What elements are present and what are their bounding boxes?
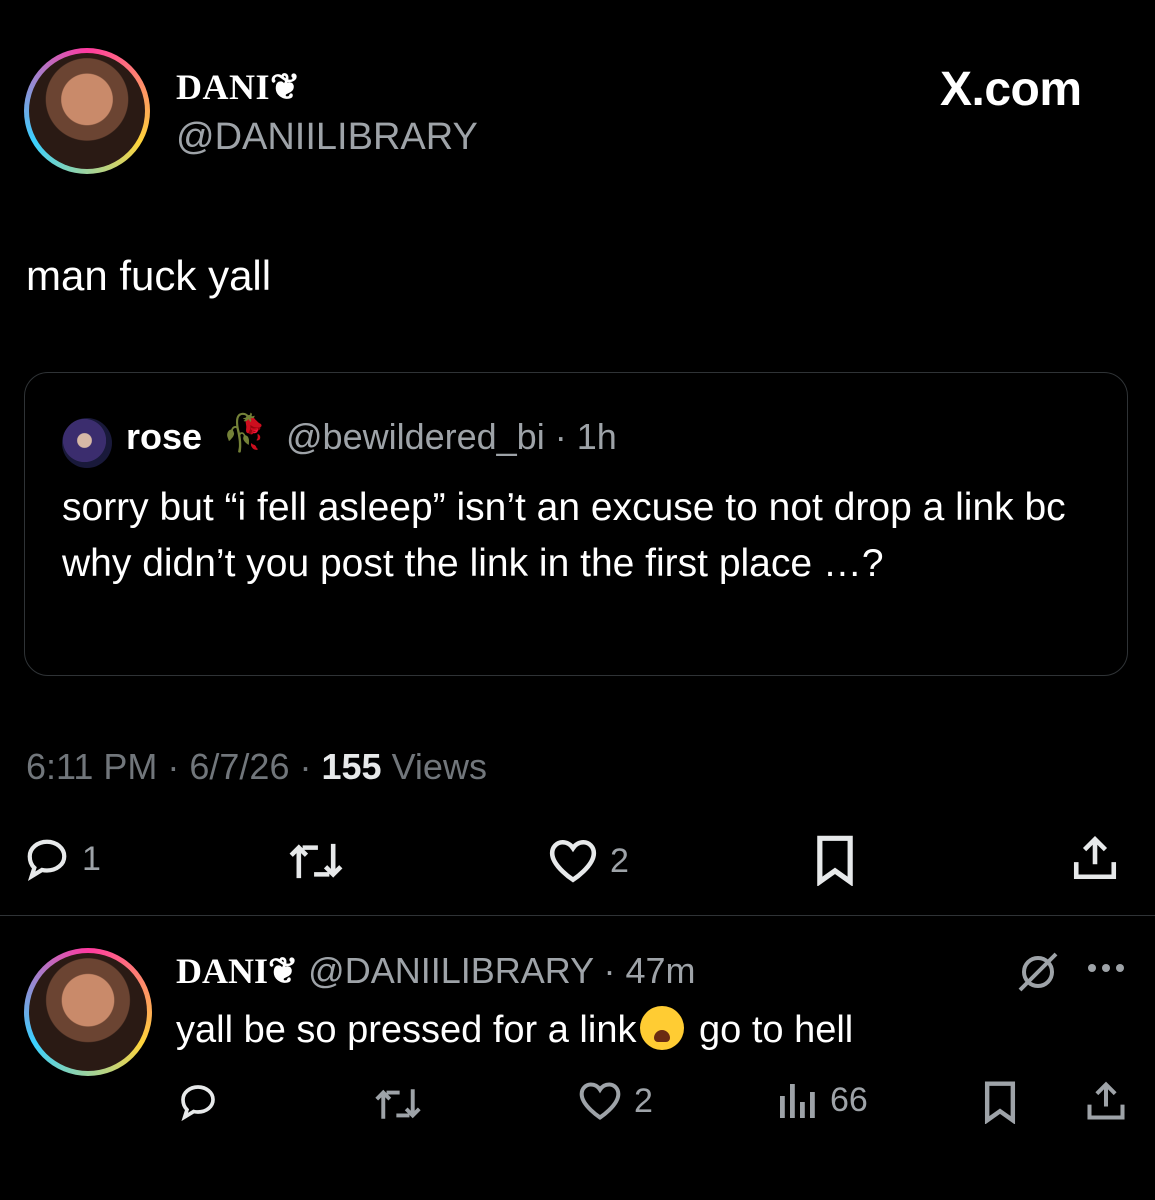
heart-icon [579, 1082, 621, 1120]
author-display-name[interactable]: DANI❦ [176, 66, 301, 108]
reply-icon [181, 1085, 215, 1122]
reply-button[interactable]: 1 [24, 836, 101, 882]
reply-author-avatar[interactable] [24, 948, 152, 1076]
loudly-crying-emoji [640, 1006, 685, 1050]
quoted-tweet-text: sorry but “i fell asleep” isn’t an excus… [62, 486, 1066, 585]
quoted-author-name[interactable]: rose [126, 416, 202, 458]
reply-text-after: go to hell [688, 1009, 854, 1051]
divider [0, 915, 1155, 916]
reply-views-count: 66 [830, 1080, 868, 1119]
quoted-author-avatar[interactable] [62, 418, 112, 468]
like-button[interactable]: 2 [548, 838, 629, 884]
reply-bookmark-button[interactable] [980, 1080, 1020, 1124]
heart-icon [549, 839, 597, 883]
share-icon [1087, 1081, 1125, 1120]
tweet-text: man fuck yall [26, 252, 272, 299]
no-grok-icon[interactable] [1014, 950, 1062, 999]
more-options-icon[interactable] [1086, 960, 1126, 981]
views-count: 155 [321, 746, 382, 787]
reply-share-button[interactable] [1084, 1078, 1128, 1124]
wilted-rose-emoji: 🥀 [222, 412, 267, 453]
author-handle[interactable]: @DANIILIBRARY [176, 116, 478, 159]
reply-author-name[interactable]: DANI❦ [176, 951, 298, 991]
retweet-icon [375, 1089, 421, 1119]
like-count: 2 [610, 841, 629, 880]
views-label: Views [381, 746, 487, 787]
reply-like-count: 2 [634, 1081, 653, 1120]
quoted-author-handle-time: @bewildered_bi · 1h [286, 416, 617, 457]
site-logo: X.com [940, 63, 1082, 116]
reply-text: yall be so pressed for a link go to hell [176, 1006, 853, 1052]
share-button[interactable] [1070, 832, 1120, 884]
reply-text-before: yall be so pressed for a link [176, 1009, 637, 1051]
share-icon [1073, 836, 1117, 880]
tweet-time-date: 6:11 PM · 6/7/26 · [26, 746, 322, 787]
author-avatar[interactable] [24, 48, 150, 174]
bookmark-button[interactable] [812, 834, 858, 886]
reply-author-handle-time[interactable]: @DANIILIBRARY · 47m [298, 950, 695, 991]
reply-reply-button[interactable] [176, 1082, 220, 1122]
tweet-meta: 6:11 PM · 6/7/26 · 155 Views [26, 746, 487, 788]
views-chart-icon [780, 1084, 815, 1118]
bookmark-icon [817, 835, 853, 886]
reply-views[interactable]: 66 [778, 1080, 868, 1120]
retweet-icon [289, 843, 343, 879]
bookmark-icon [984, 1081, 1016, 1124]
reply-icon [27, 839, 67, 881]
retweet-button[interactable] [286, 840, 346, 882]
reply-count: 1 [82, 839, 101, 878]
reply-header: DANI❦ @DANIILIBRARY · 47m [176, 950, 696, 992]
reply-like-button[interactable]: 2 [578, 1080, 653, 1122]
reply-retweet-button[interactable] [370, 1086, 426, 1122]
